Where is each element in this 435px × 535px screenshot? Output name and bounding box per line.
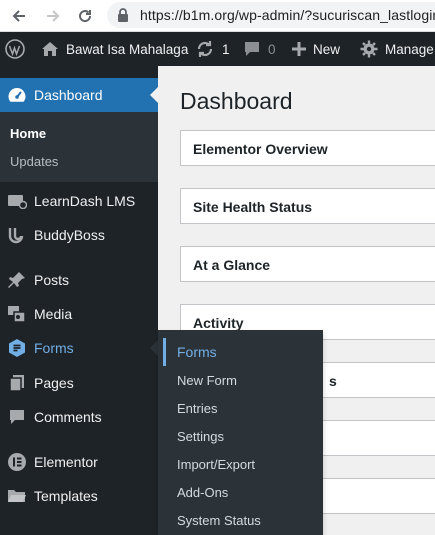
admin-sidebar: Dashboard Home Updates LearnDash LMS Bud… [0, 66, 158, 535]
flyout-item-settings[interactable]: Settings [177, 429, 224, 444]
sidebar-item-templates[interactable]: Templates [0, 479, 158, 513]
reload-icon[interactable] [74, 5, 96, 27]
url-text: https://b1m.org/wp-admin/?sucuriscan_las… [140, 7, 435, 23]
sidebar-item-label: Elementor [34, 454, 98, 470]
sidebar-item-label: BuddyBoss [34, 227, 105, 243]
sidebar-item-buddyboss[interactable]: BuddyBoss [0, 218, 158, 252]
flyout-item-new-form[interactable]: New Form [177, 373, 237, 388]
sidebar-item-pages[interactable]: Pages [0, 366, 158, 400]
comments-link[interactable]: 0 [243, 32, 276, 66]
sidebar-item-learndash[interactable]: LearnDash LMS [0, 184, 158, 218]
wp-admin-bar: Bawat Isa Mahalaga 1 0 New Manage [0, 32, 435, 66]
manage-link[interactable]: Manage [360, 32, 434, 66]
panel-at-a-glance[interactable]: At a Glance [180, 246, 435, 282]
address-bar[interactable]: https://b1m.org/wp-admin/?sucuriscan_las… [107, 2, 435, 28]
panel-site-health[interactable]: Site Health Status [180, 188, 435, 224]
panel-title: Activity [193, 315, 244, 331]
sidebar-item-label: Templates [34, 488, 98, 504]
lock-icon [117, 8, 129, 27]
updates-link[interactable]: 1 [195, 32, 230, 66]
panel-elementor-overview[interactable]: Elementor Overview [180, 130, 435, 166]
dashboard-submenu: Home Updates [0, 112, 158, 182]
back-arrow-icon[interactable] [8, 5, 30, 27]
sidebar-item-label: Posts [34, 272, 70, 288]
panel-title: Elementor Overview [193, 141, 328, 157]
updates-count: 1 [222, 41, 230, 57]
flyout-item-add-ons[interactable]: Add-Ons [177, 485, 228, 500]
forward-arrow-icon[interactable] [42, 5, 64, 27]
sidebar-item-label: Pages [34, 375, 74, 391]
wordpress-logo-icon[interactable] [5, 32, 25, 66]
submenu-updates[interactable]: Updates [10, 154, 58, 169]
buddyboss-icon [7, 226, 27, 244]
flyout-item-import-export[interactable]: Import/Export [177, 457, 255, 472]
sidebar-item-label: LearnDash LMS [34, 193, 136, 209]
plus-icon [292, 42, 306, 56]
pin-icon [7, 271, 27, 289]
flyout-item-system-status[interactable]: System Status [177, 513, 261, 528]
forms-flyout-menu: Forms New Form Entries Settings Import/E… [158, 330, 323, 535]
sidebar-item-label: Dashboard [34, 87, 103, 103]
flyout-arrow [150, 340, 158, 356]
media-icon [7, 305, 27, 323]
comment-bubble-icon [243, 41, 261, 57]
submenu-home[interactable]: Home [10, 126, 46, 141]
browser-toolbar: https://b1m.org/wp-admin/?sucuriscan_las… [0, 0, 435, 32]
comments-count: 0 [268, 41, 276, 57]
flyout-item-entries[interactable]: Entries [177, 401, 217, 416]
dashboard-gauge-icon [7, 86, 27, 104]
sidebar-item-label: Comments [34, 409, 102, 425]
sidebar-item-comments[interactable]: Comments [0, 400, 158, 434]
sidebar-item-media[interactable]: Media [0, 297, 158, 331]
pages-icon [7, 374, 27, 392]
folder-icon [7, 487, 27, 505]
current-menu-arrow [150, 87, 158, 103]
new-label: New [313, 41, 341, 57]
flyout-current-indicator [163, 338, 166, 366]
learndash-icon [7, 192, 27, 210]
panel-title: At a Glance [193, 257, 271, 273]
site-name: Bawat Isa Mahalaga [66, 41, 189, 57]
sidebar-item-elementor[interactable]: Elementor [0, 445, 158, 479]
gear-icon [360, 40, 378, 58]
comments-icon [7, 408, 27, 426]
sidebar-item-label: Media [34, 306, 73, 322]
sidebar-item-posts[interactable]: Posts [0, 263, 158, 297]
elementor-icon [7, 453, 27, 471]
panel-title: Site Health Status [193, 199, 313, 215]
new-content-link[interactable]: New [292, 32, 340, 66]
sidebar-item-forms[interactable]: Forms [0, 331, 158, 365]
sidebar-item-dashboard[interactable]: Dashboard [0, 78, 158, 112]
forms-icon [7, 339, 27, 357]
panel-title-fragment: s [329, 373, 337, 389]
home-icon [41, 41, 59, 57]
site-name-link[interactable]: Bawat Isa Mahalaga [41, 32, 188, 66]
flyout-item-forms[interactable]: Forms [177, 344, 217, 360]
page-title: Dashboard [180, 88, 293, 114]
manage-label: Manage [385, 41, 434, 57]
sidebar-item-label: Forms [34, 340, 74, 356]
updates-icon [195, 40, 215, 58]
